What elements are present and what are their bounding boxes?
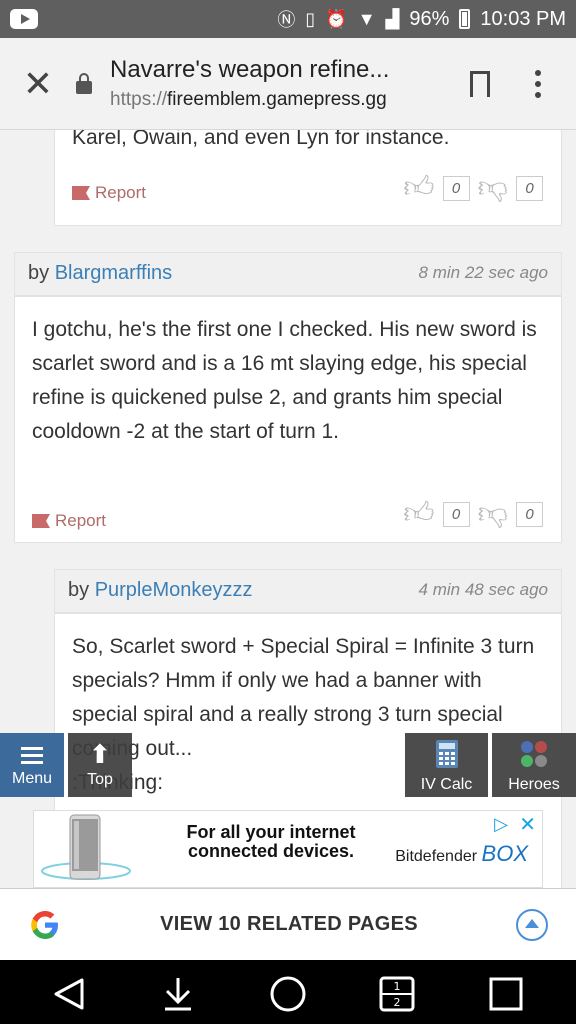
url: https://fireemblem.gamepress.gg	[110, 89, 442, 111]
thumbs-down-icon[interactable]: 👎︎	[478, 173, 508, 203]
by-label: by	[68, 579, 90, 601]
report-link[interactable]: Report	[72, 183, 146, 203]
close-tab-button[interactable]: ✕	[0, 63, 76, 105]
thumbs-up-icon[interactable]: 👍︎	[403, 499, 434, 529]
google-logo-icon	[31, 910, 58, 939]
like-count: 0	[442, 175, 470, 201]
more-options-icon[interactable]	[528, 69, 548, 98]
dual-window-icon[interactable]: 12	[377, 974, 417, 1014]
adchoices-icon[interactable]: ▷	[494, 814, 508, 835]
url-scheme: https://	[110, 89, 168, 110]
ad-brand-product: BOX	[481, 841, 528, 866]
like-count: 0	[442, 501, 470, 527]
comment-author-line: by PurpleMonkeyzzz	[68, 579, 253, 602]
lock-icon[interactable]	[76, 73, 92, 94]
report-link[interactable]: Report	[32, 511, 106, 531]
heroes-button[interactable]: Heroes	[492, 733, 576, 797]
home-icon[interactable]	[268, 974, 308, 1014]
clock: 10:03 PM	[480, 7, 566, 30]
bookmark-icon[interactable]	[470, 70, 490, 100]
top-button[interactable]: ⬆ Top	[68, 733, 132, 797]
top-label: Top	[87, 771, 113, 788]
menu-button[interactable]: Menu	[0, 733, 64, 797]
nfc-icon: Ⓝ	[277, 10, 296, 30]
comment-header: by Blargmarffins 8 min 22 sec ago	[14, 252, 562, 296]
iv-calc-label: IV Calc	[420, 776, 473, 793]
alarm-icon: ⏰	[325, 8, 348, 29]
status-bar: Ⓝ ▯ ⏰ ▼ ▟ 96% 10:03 PM	[0, 0, 576, 38]
hamburger-icon	[0, 747, 64, 764]
wifi-icon: ▼	[357, 8, 376, 29]
svg-text:1: 1	[394, 980, 401, 993]
related-pages-label: VIEW 10 RELATED PAGES	[160, 913, 418, 935]
close-ad-icon[interactable]: ✕	[519, 812, 536, 837]
heroes-icon	[521, 741, 547, 767]
android-navigation-bar: 12	[0, 960, 576, 1024]
comment-card: I gotchu, he's the first one I checked. …	[14, 296, 562, 543]
comment-author-link[interactable]: PurpleMonkeyzzz	[95, 579, 253, 601]
comment-card: Karel, Owain, and even Lyn for instance.…	[54, 130, 562, 226]
svg-text:2: 2	[394, 996, 401, 1009]
dislike-count: 0	[516, 175, 543, 201]
comment-author-line: by Blargmarffins	[28, 262, 172, 285]
arrow-up-icon: ⬆	[89, 739, 111, 769]
back-icon[interactable]	[50, 974, 90, 1014]
comment-time: 4 min 48 sec ago	[418, 580, 548, 599]
related-pages-bar[interactable]: VIEW 10 RELATED PAGES	[0, 888, 576, 960]
report-label: Report	[55, 511, 107, 530]
menu-label: Menu	[11, 770, 53, 787]
comment-author-link[interactable]: Blargmarffins	[55, 262, 172, 284]
flag-icon	[72, 186, 90, 200]
ad-headline: For all your internet connected devices.	[186, 822, 356, 861]
ad-brand-name: Bitdefender	[395, 848, 478, 865]
heroes-label: Heroes	[508, 776, 560, 793]
report-label: Report	[95, 183, 147, 202]
by-label: by	[28, 262, 50, 284]
calculator-icon	[435, 740, 458, 768]
comment-time: 8 min 22 sec ago	[418, 263, 548, 282]
comment-body: Karel, Owain, and even Lyn for instance.	[72, 130, 450, 149]
advertisement[interactable]: For all your internet connected devices.…	[33, 810, 543, 888]
signal-icon: ▟	[385, 8, 400, 29]
comment-body: I gotchu, he's the first one I checked. …	[32, 318, 537, 443]
vote-controls: 👍︎ 0 👎︎ 0	[403, 173, 543, 203]
iv-calc-button[interactable]: IV Calc	[405, 733, 488, 797]
router-device-image	[41, 814, 131, 880]
comment-header: by PurpleMonkeyzzz 4 min 48 sec ago	[54, 569, 562, 613]
thumbs-down-icon[interactable]: 👎︎	[478, 499, 508, 529]
vote-controls: 👍︎ 0 👎︎ 0	[403, 499, 543, 529]
recent-apps-icon[interactable]	[486, 974, 526, 1014]
download-notification-icon[interactable]	[158, 974, 198, 1014]
url-area[interactable]: Navarre's weapon refine... https://firee…	[110, 56, 442, 111]
thumbs-up-icon[interactable]: 👍︎	[403, 173, 434, 203]
vibrate-icon: ▯	[305, 8, 316, 29]
battery-percent: 96%	[409, 7, 450, 30]
youtube-notification-icon	[10, 9, 38, 29]
dislike-count: 0	[516, 501, 543, 527]
url-host: fireemblem.gamepress.gg	[167, 89, 387, 110]
page-title: Navarre's weapon refine...	[110, 56, 390, 83]
expand-up-icon[interactable]	[516, 908, 548, 941]
battery-icon	[459, 9, 471, 29]
browser-toolbar: ✕ Navarre's weapon refine... https://fir…	[0, 38, 576, 130]
flag-icon	[32, 514, 50, 528]
ad-brand: Bitdefender BOX	[395, 841, 528, 867]
